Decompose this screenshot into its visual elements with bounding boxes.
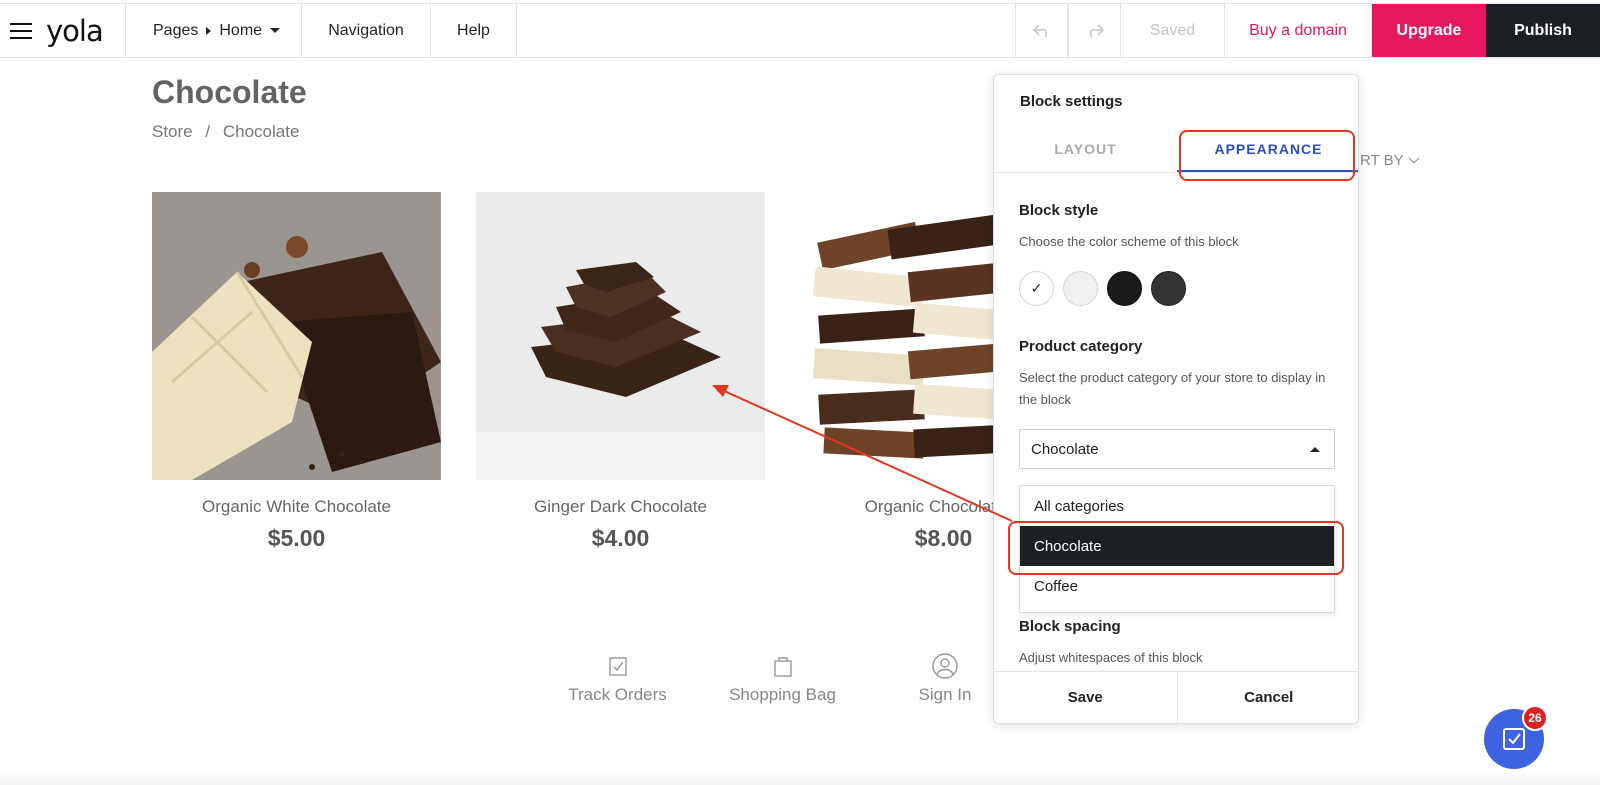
help-button[interactable]: Help [431,4,517,57]
breadcrumb-separator: / [205,122,211,141]
hamburger-menu-icon[interactable] [10,22,32,39]
publish-button[interactable]: Publish [1486,4,1600,57]
user-icon [932,653,958,679]
product-card[interactable]: Ginger Dark Chocolate $4.00 [476,192,765,552]
pages-dropdown[interactable]: Pages Home [126,4,302,57]
top-toolbar: yola Pages Home Navigation Help Saved Bu… [0,3,1600,58]
product-card[interactable]: Organic White Chocolate $5.00 [152,192,441,552]
buy-domain-button[interactable]: Buy a domain [1225,4,1372,57]
option-all-categories[interactable]: All categories [1020,486,1334,526]
sign-in-label: Sign In [918,685,972,704]
product-name[interactable]: Ginger Dark Chocolate [476,497,765,517]
panel-footer: Save Cancel [994,671,1359,723]
sort-by-dropdown[interactable]: RT BY [1360,151,1420,169]
block-style-description: Choose the color scheme of this block [1019,234,1239,249]
track-orders-label: Track Orders [568,685,667,704]
breadcrumb: Store / Chocolate [152,122,307,142]
navigation-button[interactable]: Navigation [302,4,431,57]
store-footer-links: Track Orders Shopping Bag Sign In [560,653,1000,705]
notification-badge: 26 [1522,705,1548,731]
save-button[interactable]: Save [994,672,1177,723]
yola-logo: yola [46,13,104,48]
product-price: $4.00 [591,525,650,551]
shopping-bag-label: Shopping Bag [729,685,836,704]
product-price: $5.00 [267,525,326,551]
block-settings-panel: Block settings LAYOUT APPEARANCE Block s… [993,74,1359,724]
dark-chocolate-image [476,192,765,480]
swatch-white[interactable]: ✓ [1019,271,1054,306]
block-spacing-description: Adjust whitespaces of this block [1019,650,1203,665]
block-spacing-title: Block spacing [1019,618,1121,635]
sort-by-label: RT BY [1360,152,1404,169]
swatch-light-gray[interactable] [1063,271,1098,306]
redo-icon [1089,23,1104,38]
block-style-title: Block style [1019,202,1099,219]
menu-and-logo: yola [0,4,126,57]
track-orders-icon [608,657,627,676]
chevron-down-icon [1407,151,1420,164]
product-category-description: Select the product category of your stor… [1019,370,1326,407]
tab-layout[interactable]: LAYOUT [994,139,1177,172]
undo-button[interactable] [1015,4,1068,57]
saved-status: Saved [1121,4,1225,57]
color-scheme-swatches: ✓ [1019,271,1186,306]
panel-body: Block style Choose the color scheme of t… [994,173,1358,673]
caret-up-icon [1310,446,1320,452]
caret-down-icon [270,28,281,33]
option-coffee[interactable]: Coffee [1020,566,1334,606]
check-icon: ✓ [1030,280,1043,296]
swatch-black[interactable] [1107,271,1142,306]
product-name[interactable]: Organic White Chocolate [152,497,441,517]
caret-right-icon [206,26,212,35]
option-chocolate[interactable]: Chocolate [1020,526,1334,566]
upgrade-button[interactable]: Upgrade [1372,4,1486,57]
white-chocolate-image [152,192,441,480]
swatch-dark-gray[interactable] [1151,271,1186,306]
bottom-edge [0,772,1600,785]
product-category-select[interactable]: Chocolate [1019,429,1335,469]
pages-label: Pages [153,21,199,39]
category-dropdown-list: All categories Chocolate Coffee [1019,485,1335,613]
breadcrumb-current: Chocolate [222,122,300,141]
sign-in-link[interactable]: Sign In [890,653,1000,705]
product-image[interactable] [152,192,441,480]
undo-icon [1032,23,1047,38]
current-page-label: Home [219,21,263,39]
checklist-icon [1503,728,1525,750]
redo-button[interactable] [1068,4,1121,57]
tab-appearance[interactable]: APPEARANCE [1177,139,1358,172]
panel-title: Block settings [1020,93,1123,110]
shopping-bag-icon [773,657,792,677]
page-title: Chocolate [152,74,307,110]
track-orders-link[interactable]: Track Orders [560,653,675,705]
shopping-bag-link[interactable]: Shopping Bag [675,653,890,705]
product-image[interactable] [476,192,765,480]
settings-tabs: LAYOUT APPEARANCE [994,139,1358,173]
selected-category: Chocolate [1031,440,1099,458]
breadcrumb-store-link[interactable]: Store [152,122,193,141]
product-category-title: Product category [1019,338,1143,355]
cancel-button[interactable]: Cancel [1176,672,1359,723]
